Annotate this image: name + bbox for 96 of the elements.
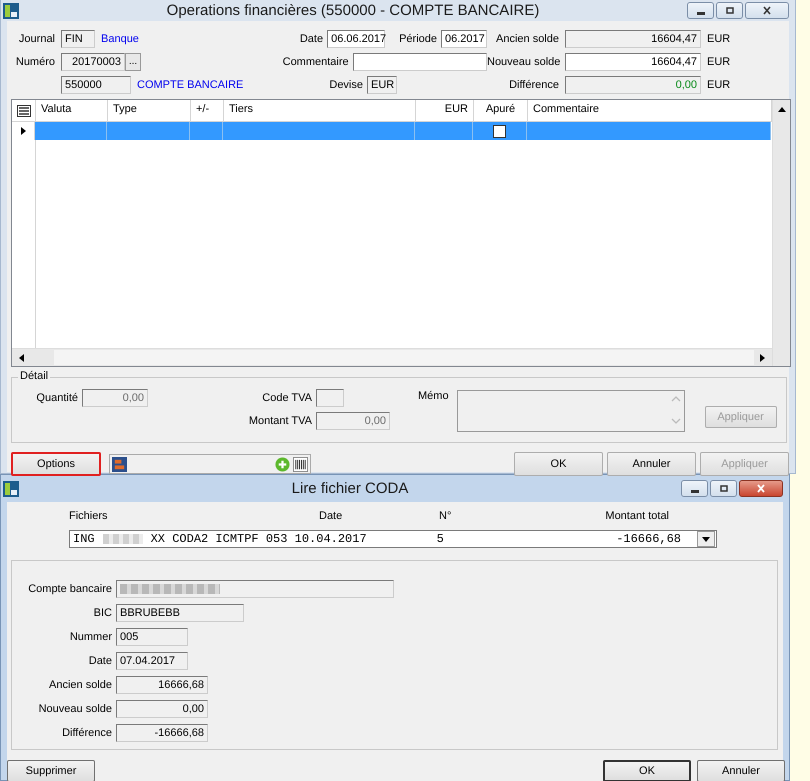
field-label: Compte bancaire	[27, 583, 112, 595]
account-field[interactable]: 550000	[61, 76, 131, 94]
vertical-scrollbar[interactable]	[772, 100, 790, 366]
redacted-mark	[102, 534, 143, 544]
account-field[interactable]	[116, 580, 394, 598]
dialog-button[interactable]: Supprimer	[7, 760, 95, 781]
scroll-up-icon[interactable]	[778, 106, 786, 112]
field-label: Date	[298, 32, 324, 44]
account-name: COMPTE BANCAIRE	[137, 78, 244, 90]
field-label: Devise	[328, 78, 363, 90]
new-balance-field[interactable]: 16604,47	[565, 52, 701, 70]
dropdown-arrow-icon[interactable]	[702, 536, 710, 542]
field-label: Date	[88, 655, 112, 667]
column-header: Fichiers	[69, 510, 109, 524]
toolbar-field[interactable]	[109, 454, 311, 474]
field-label: Code TVA	[261, 392, 312, 404]
column-header: N°	[439, 510, 452, 524]
journal-name: Banque	[101, 32, 139, 44]
file-dropdown[interactable]: ING XX CODA2 ICMTPF 053 10.04.2017 5 -16666,68	[69, 530, 717, 548]
browse-button[interactable]: ...	[125, 52, 141, 70]
dialog-button[interactable]: Annuler	[607, 452, 696, 476]
column-header[interactable]: Apuré	[474, 100, 528, 121]
file-bank: ING	[73, 532, 95, 546]
minimize-icon	[696, 12, 704, 15]
app-icon	[3, 2, 19, 18]
row-pointer-icon	[20, 127, 26, 135]
maximize-button[interactable]	[710, 480, 737, 497]
column-header[interactable]: Type	[108, 100, 191, 121]
maximize-button[interactable]	[716, 2, 743, 19]
field-label: Numéro	[14, 56, 55, 68]
currency-label: EUR	[707, 32, 730, 44]
maximize-icon	[718, 484, 730, 494]
barcode-icon[interactable]	[293, 456, 308, 472]
close-icon	[761, 6, 773, 16]
file-name: XX CODA2 ICMTPF 053 10.04.2017	[150, 532, 367, 546]
logo-icon	[112, 456, 127, 472]
difference-field[interactable]: 0,00	[565, 76, 701, 94]
close-button[interactable]	[739, 480, 783, 497]
text-field[interactable]: 005	[116, 628, 188, 646]
number-field[interactable]: 20170003	[61, 52, 125, 70]
text-field[interactable]: BBRUBEBB	[116, 604, 244, 622]
field-label: BIC	[92, 607, 112, 619]
currency-label: EUR	[707, 56, 730, 68]
field-label: Nummer	[68, 631, 112, 643]
field-label: Période	[399, 32, 437, 44]
minimize-icon	[690, 490, 698, 493]
window-title: Operations financières (550000 - COMPTE BANCAIRE)	[166, 2, 540, 19]
amount-field[interactable]: 0,00	[116, 700, 208, 718]
field-label: Nouveau solde	[487, 56, 559, 68]
field-label: Montant TVA	[248, 414, 312, 426]
dialog-button[interactable]: OK	[603, 760, 691, 781]
app-icon	[3, 480, 19, 496]
column-header: Date	[319, 510, 344, 524]
field-label: Différence	[508, 78, 559, 90]
checkbox[interactable]	[493, 124, 506, 138]
minimize-button[interactable]	[687, 2, 714, 19]
date-field[interactable]: 06.06.2017	[327, 30, 386, 48]
close-button[interactable]	[745, 2, 789, 19]
amount-field[interactable]: 16666,68	[116, 676, 208, 694]
group-title: Détail	[18, 370, 50, 382]
memo-field[interactable]	[456, 390, 685, 432]
file-number: 5	[436, 532, 444, 546]
options-button[interactable]: Options	[11, 452, 101, 476]
field-label: Mémo	[418, 390, 449, 402]
close-icon	[755, 484, 767, 494]
maximize-icon	[724, 6, 736, 16]
field-label: Ancien solde	[48, 679, 112, 691]
amount-field[interactable]: -16666,68	[116, 724, 208, 742]
old-balance-field[interactable]: 16604,47	[565, 30, 701, 48]
column-header[interactable]: +/-	[191, 100, 224, 121]
text-field[interactable]: 07.04.2017	[116, 652, 188, 670]
field-label: Journal	[18, 32, 55, 44]
currency-field[interactable]: EUR	[367, 76, 397, 94]
vat-amount-field[interactable]: 0,00	[316, 412, 390, 430]
comment-field[interactable]	[352, 52, 487, 70]
field-label: Quantité	[35, 392, 78, 404]
grid-settings-icon[interactable]	[16, 104, 30, 116]
currency-label: EUR	[707, 78, 730, 90]
column-header[interactable]: EUR	[416, 100, 474, 121]
field-label: Commentaire	[282, 56, 349, 68]
window-title: Lire fichier CODA	[290, 480, 410, 497]
dialog-button[interactable]: OK	[514, 452, 603, 476]
field-label: Différence	[61, 727, 112, 739]
field-label: Nouveau solde	[38, 703, 112, 715]
column-header[interactable]: Tiers	[224, 100, 416, 121]
period-field[interactable]: 06.2017	[441, 30, 487, 48]
vat-code-field[interactable]	[316, 388, 344, 406]
file-amount: -16666,68	[616, 532, 681, 546]
column-header[interactable]: Valuta	[36, 100, 108, 121]
horizontal-scrollbar[interactable]	[12, 348, 772, 366]
dialog-button[interactable]: Annuler	[697, 760, 785, 781]
column-header: Montant total	[604, 510, 669, 524]
journal-field[interactable]: FIN	[61, 30, 95, 48]
minimize-button[interactable]	[681, 480, 708, 497]
field-label: Ancien solde	[495, 32, 559, 44]
quantity-field[interactable]: 0,00	[82, 388, 148, 406]
